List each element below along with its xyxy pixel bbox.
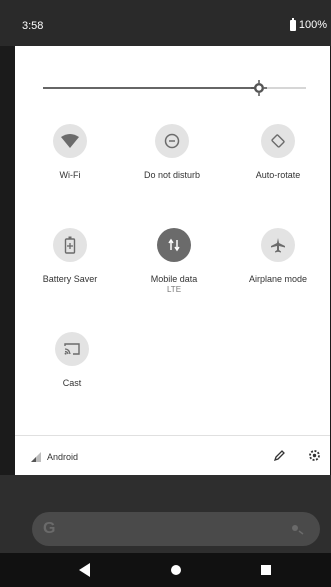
cast-icon xyxy=(55,332,89,366)
mobile-data-icon xyxy=(157,228,191,262)
wifi-icon xyxy=(53,124,87,158)
auto-rotate-icon xyxy=(261,124,295,158)
airplane-icon xyxy=(261,228,295,262)
google-search-bar[interactable]: G xyxy=(32,512,320,546)
brightness-slider[interactable] xyxy=(43,80,306,96)
settings-button[interactable] xyxy=(308,449,321,464)
status-time: 3:58 xyxy=(22,20,44,32)
recents-button[interactable] xyxy=(261,565,271,575)
tile-label: Auto-rotate xyxy=(255,170,301,180)
tile-label: Mobile data xyxy=(150,274,198,284)
tile-label: Airplane mode xyxy=(248,274,308,284)
tile-wifi[interactable]: Wi-Fi xyxy=(15,124,125,181)
tile-mobile-data[interactable]: Mobile data LTE xyxy=(119,228,229,295)
home-button[interactable] xyxy=(171,565,181,575)
google-logo: G xyxy=(43,520,56,537)
brightness-icon xyxy=(250,80,267,96)
tile-auto-rotate[interactable]: Auto-rotate xyxy=(223,124,331,181)
quick-settings-panel: Wi-Fi Do not disturb Auto-rotate Battery… xyxy=(15,46,330,435)
status-bar: 3:58 100% xyxy=(0,0,331,46)
tile-sublabel: LTE xyxy=(166,285,182,294)
gear-icon xyxy=(309,450,320,461)
tile-cast[interactable]: Cast xyxy=(17,332,127,389)
brightness-thumb[interactable] xyxy=(250,79,268,97)
signal-icon xyxy=(31,452,41,462)
battery-saver-icon xyxy=(53,228,87,262)
battery-indicator: 100% xyxy=(289,17,327,31)
tile-label: Battery Saver xyxy=(42,274,98,284)
pencil-icon xyxy=(273,450,285,462)
tile-do-not-disturb[interactable]: Do not disturb xyxy=(117,124,227,181)
mic-icon[interactable] xyxy=(290,522,304,540)
tile-label: Do not disturb xyxy=(143,170,201,180)
carrier-name: Android xyxy=(47,452,79,462)
battery-icon xyxy=(289,17,296,31)
edit-button[interactable] xyxy=(273,449,286,464)
tile-label: Cast xyxy=(62,378,82,388)
quick-settings-footer: Android xyxy=(15,435,330,476)
do-not-disturb-icon xyxy=(155,124,189,158)
navigation-bar xyxy=(0,553,331,587)
tile-battery-saver[interactable]: Battery Saver xyxy=(15,228,125,285)
back-icon xyxy=(79,563,90,577)
carrier-info: Android xyxy=(31,452,78,462)
tile-airplane-mode[interactable]: Airplane mode xyxy=(223,228,331,285)
tile-label: Wi-Fi xyxy=(59,170,81,180)
back-button[interactable] xyxy=(79,563,91,582)
brightness-slider-fill xyxy=(43,87,259,89)
battery-percent: 100% xyxy=(298,19,327,31)
